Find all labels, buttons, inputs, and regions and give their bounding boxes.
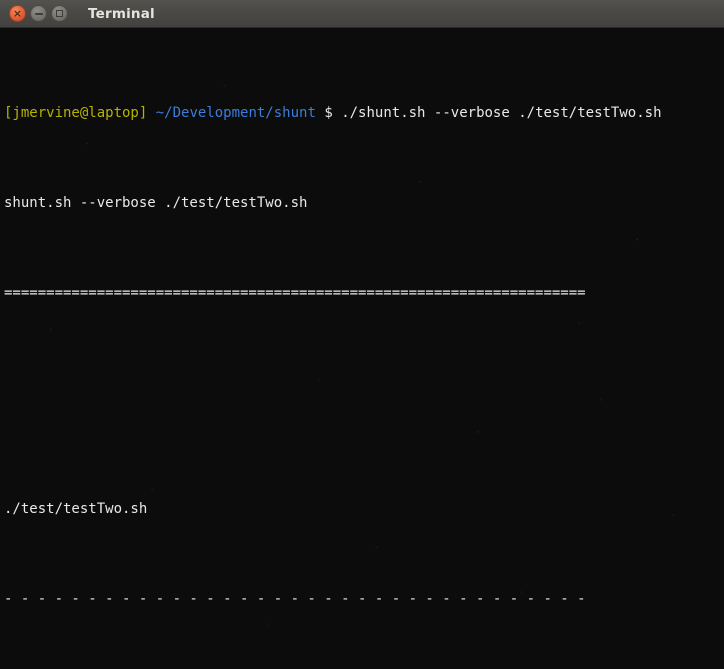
maximize-icon (56, 10, 63, 17)
prompt-space-1 (147, 105, 155, 121)
suite-file-heading: ./test/testTwo.sh (4, 500, 724, 518)
prompt-user-host: [jmervine@laptop] (4, 105, 148, 121)
terminal-screen: [jmervine@laptop] ~/Development/shunt $ … (2, 32, 724, 669)
minimize-button[interactable] (30, 5, 47, 22)
prompt-line: [jmervine@laptop] ~/Development/shunt $ … (4, 104, 724, 122)
prompt-space-3 (333, 105, 341, 121)
echo-line: shunt.sh --verbose ./test/testTwo.sh (4, 194, 724, 212)
window-title: Terminal (88, 5, 155, 22)
close-button[interactable]: × (9, 5, 26, 22)
close-icon: × (12, 6, 23, 20)
separator-equals: ========================================… (4, 284, 724, 302)
window-titlebar[interactable]: × Terminal (0, 0, 724, 28)
prompt-sigil: $ (324, 105, 333, 121)
minimize-icon (34, 12, 43, 15)
terminal-window: × Terminal [jmervine@laptop] ~/Developme… (0, 0, 724, 669)
echo-text: shunt.sh --verbose ./test/testTwo.sh (4, 195, 308, 211)
separator-equals-text: ========================================… (4, 285, 586, 301)
prompt-command: ./shunt.sh --verbose ./test/testTwo.sh (341, 105, 662, 121)
terminal-body[interactable]: [jmervine@laptop] ~/Development/shunt $ … (0, 28, 724, 669)
separator-dashes-1: - - - - - - - - - - - - - - - - - - - - … (4, 590, 724, 608)
prompt-path: ~/Development/shunt (155, 105, 316, 121)
maximize-button[interactable] (51, 5, 68, 22)
separator-dashes-1-text: - - - - - - - - - - - - - - - - - - - - … (4, 591, 586, 607)
window-controls: × (9, 5, 68, 22)
suite-file-heading-text: ./test/testTwo.sh (4, 501, 148, 517)
